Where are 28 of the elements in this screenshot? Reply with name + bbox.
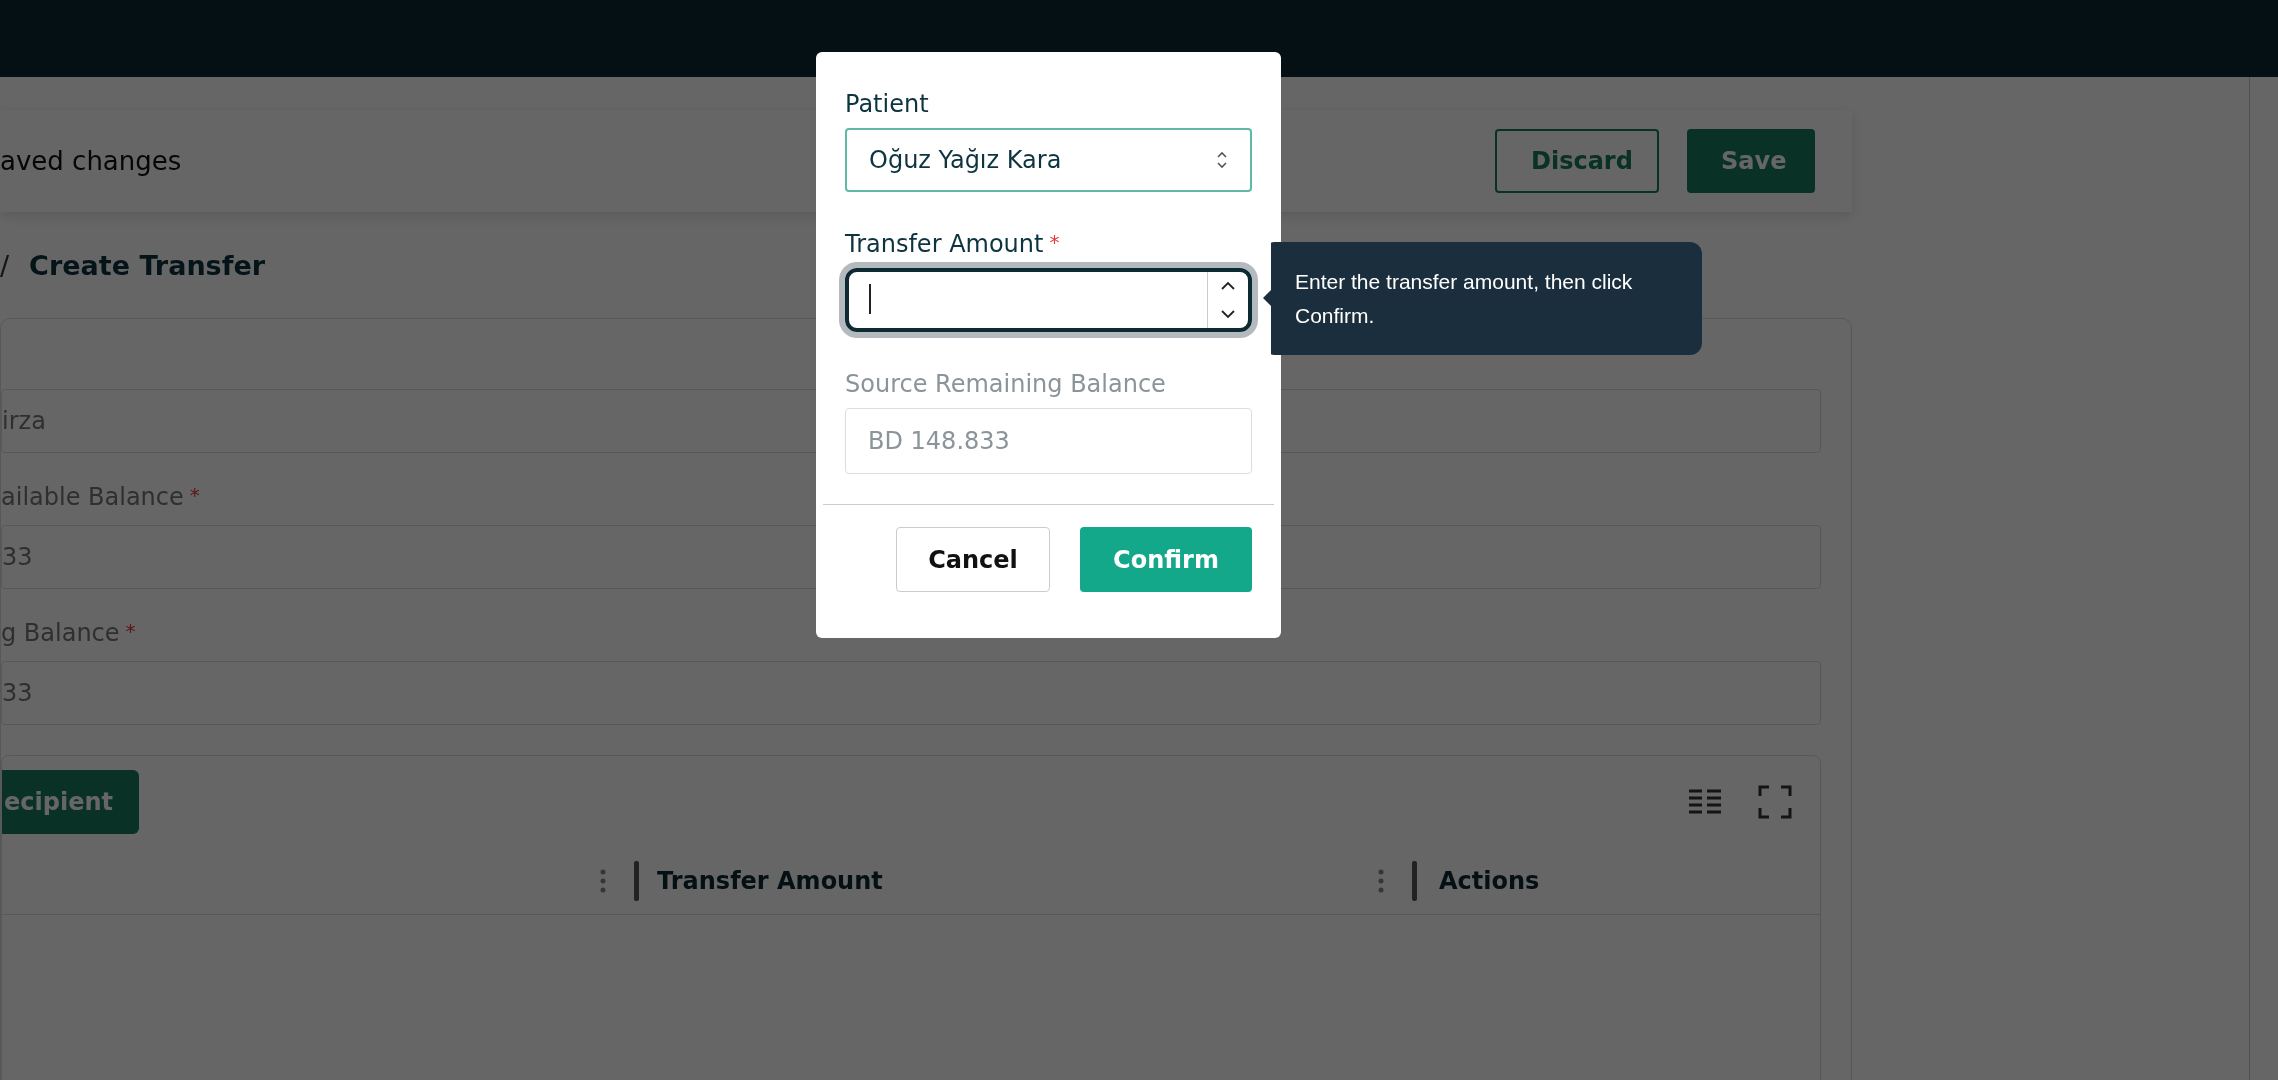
kebab-icon[interactable] <box>600 869 606 893</box>
fullscreen-icon[interactable] <box>1758 785 1792 819</box>
required-mark: * <box>125 619 136 645</box>
field-label: Transfer Amount <box>845 230 1044 258</box>
cancel-button[interactable]: Cancel <box>896 527 1050 592</box>
patient-select[interactable]: Oğuz Yağız Kara <box>845 128 1252 192</box>
unsaved-changes-text: aved changes <box>0 146 182 176</box>
add-recipient-button[interactable]: ecipient <box>2 770 139 834</box>
required-mark: * <box>1049 230 1060 256</box>
save-button[interactable]: Save <box>1687 129 1815 193</box>
page-title: Create Transfer <box>29 249 266 281</box>
field-label: Source Remaining Balance <box>845 370 1167 398</box>
columns-icon[interactable] <box>1688 787 1722 817</box>
tooltip-text: Enter the transfer amount, then click Confirm. <box>1295 268 1634 329</box>
sort-caret-icon <box>1216 150 1228 170</box>
discard-button[interactable]: Discard <box>1495 129 1659 193</box>
breadcrumb-separator: / <box>0 249 10 281</box>
column-header: Actions <box>1439 867 1540 895</box>
confirm-button[interactable]: Confirm <box>1080 527 1252 592</box>
chevron-down-icon[interactable] <box>1220 309 1236 319</box>
kebab-icon[interactable] <box>1378 869 1384 893</box>
column-resize-handle[interactable] <box>1412 861 1417 901</box>
column-resize-handle[interactable] <box>634 861 639 901</box>
required-mark: * <box>189 483 200 509</box>
field-label: Patient <box>845 90 930 118</box>
column-header: Transfer Amount <box>657 867 884 895</box>
tooltip-arrow <box>1263 290 1271 306</box>
chevron-up-icon[interactable] <box>1220 281 1236 291</box>
